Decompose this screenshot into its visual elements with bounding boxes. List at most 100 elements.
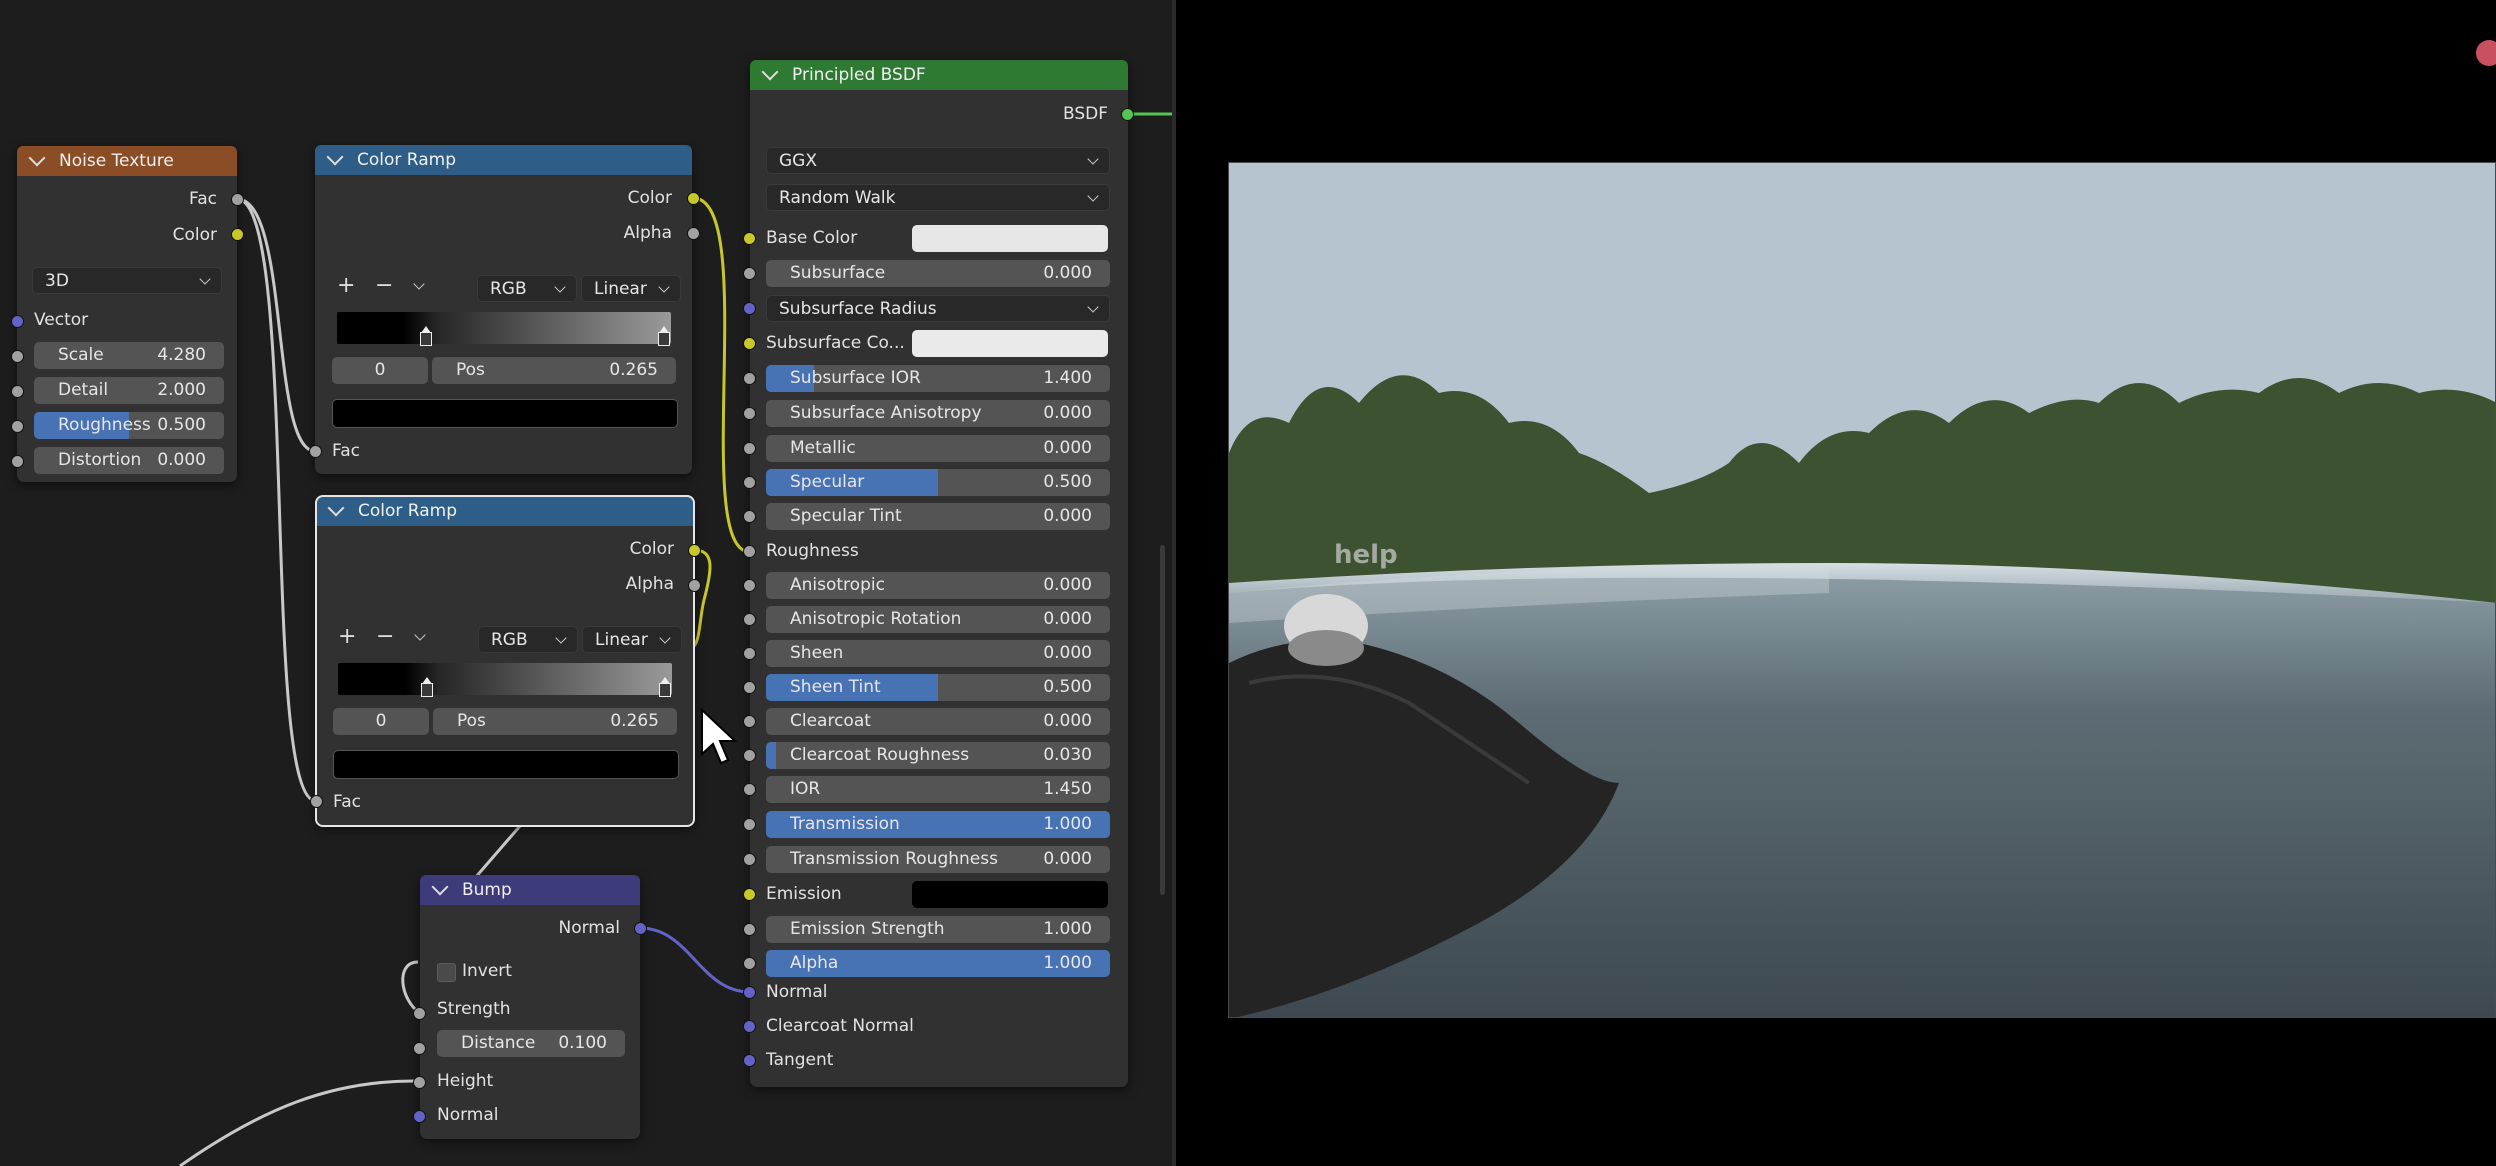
add-stop-button[interactable]: + <box>338 624 356 650</box>
subsurface-ior-slider[interactable]: Subsurface IOR 1.400 <box>766 365 1110 392</box>
ramp1-color-socket[interactable] <box>687 192 700 205</box>
stop-color-swatch[interactable] <box>332 399 678 428</box>
collapse-chevron-icon[interactable] <box>431 878 449 896</box>
principled-bsdf-header[interactable]: Principled BSDF <box>750 60 1128 90</box>
noise-distortion-socket[interactable] <box>11 455 24 468</box>
color-ramp-gradient[interactable] <box>337 312 671 344</box>
ramp2-color-socket[interactable] <box>688 544 701 557</box>
bump-normal-in-socket[interactable] <box>413 1110 426 1123</box>
noise-color-socket[interactable] <box>231 228 244 241</box>
noise-texture-header[interactable]: Noise Texture <box>17 146 237 176</box>
emission-strength-socket[interactable] <box>743 923 756 936</box>
color-ramp-gradient[interactable] <box>338 663 672 695</box>
subsurface-anisotropy-socket[interactable] <box>743 407 756 420</box>
bump-normal-out-socket[interactable] <box>634 922 647 935</box>
interpolation-dropdown[interactable]: Linear <box>582 626 682 653</box>
ior-socket[interactable] <box>743 783 756 796</box>
noise-detail-socket[interactable] <box>11 385 24 398</box>
transmission-roughness-socket[interactable] <box>743 853 756 866</box>
subsurface-ior-socket[interactable] <box>743 372 756 385</box>
subsurface-radius-socket[interactable] <box>743 302 756 315</box>
subsurface-field[interactable]: Subsurface 0.000 <box>766 260 1110 287</box>
anisotropic-rotation-field[interactable]: Anisotropic Rotation 0.000 <box>766 606 1110 633</box>
color-ramp-2-header[interactable]: Color Ramp <box>316 496 694 526</box>
noise-texture-node[interactable]: Noise Texture Fac Color 3D Vector Scale 4… <box>17 146 237 482</box>
invert-checkbox[interactable] <box>437 963 456 982</box>
transmission-roughness-field[interactable]: Transmission Roughness 0.000 <box>766 846 1110 873</box>
stop-pos-field[interactable]: Pos 0.265 <box>432 357 676 384</box>
roughness-slider[interactable]: Roughness 0.500 <box>34 412 224 439</box>
subsurface-color-swatch[interactable] <box>912 330 1108 357</box>
roughness-socket[interactable] <box>743 545 756 558</box>
collapse-chevron-icon[interactable] <box>28 149 46 167</box>
subsurface-socket[interactable] <box>743 267 756 280</box>
color-ramp-node-2[interactable]: Color Ramp Color Alpha + − RGB Linear 0 … <box>315 495 695 827</box>
color-stop-handle[interactable] <box>420 326 432 346</box>
noise-roughness-socket[interactable] <box>11 420 24 433</box>
color-mode-dropdown[interactable]: RGB <box>478 626 578 653</box>
sheen-field[interactable]: Sheen 0.000 <box>766 640 1110 667</box>
color-stop-handle[interactable] <box>421 677 433 697</box>
base-color-socket[interactable] <box>743 232 756 245</box>
node-editor[interactable]: Noise Texture Fac Color 3D Vector Scale 4… <box>0 0 1172 1166</box>
distance-field[interactable]: Distance 0.100 <box>437 1030 625 1057</box>
ramp2-alpha-socket[interactable] <box>688 579 701 592</box>
alpha-slider[interactable]: Alpha 1.000 <box>766 950 1110 977</box>
distortion-field[interactable]: Distortion 0.000 <box>34 447 224 474</box>
transmission-socket[interactable] <box>743 818 756 831</box>
base-color-swatch[interactable] <box>912 225 1108 252</box>
noise-scale-socket[interactable] <box>11 350 24 363</box>
clearcoat-normal-socket[interactable] <box>743 1020 756 1033</box>
dimension-dropdown[interactable]: 3D <box>32 267 222 294</box>
subsurface-color-socket[interactable] <box>743 337 756 350</box>
normal-socket[interactable] <box>743 986 756 999</box>
stop-index-field[interactable]: 0 <box>333 708 429 735</box>
tangent-socket[interactable] <box>743 1054 756 1067</box>
ramp2-fac-socket[interactable] <box>310 795 323 808</box>
anisotropic-field[interactable]: Anisotropic 0.000 <box>766 572 1110 599</box>
sheen-socket[interactable] <box>743 647 756 660</box>
metallic-socket[interactable] <box>743 442 756 455</box>
clearcoat-field[interactable]: Clearcoat 0.000 <box>766 708 1110 735</box>
distribution-dropdown[interactable]: GGX <box>766 147 1110 174</box>
noise-fac-socket[interactable] <box>231 193 244 206</box>
interpolation-dropdown[interactable]: Linear <box>581 275 681 302</box>
color-ramp-node-1[interactable]: Color Ramp Color Alpha + − RGB Linear 0 … <box>315 145 692 474</box>
bsdf-output-socket[interactable] <box>1121 108 1134 121</box>
collapse-chevron-icon[interactable] <box>761 63 779 81</box>
subsurface-method-dropdown[interactable]: Random Walk <box>766 184 1110 211</box>
collapse-chevron-icon[interactable] <box>327 499 345 517</box>
ior-field[interactable]: IOR 1.450 <box>766 776 1110 803</box>
transmission-slider[interactable]: Transmission 1.000 <box>766 811 1110 838</box>
color-mode-dropdown[interactable]: RGB <box>477 275 577 302</box>
scale-field[interactable]: Scale 4.280 <box>34 342 224 369</box>
specular-socket[interactable] <box>743 476 756 489</box>
stop-color-swatch[interactable] <box>333 750 679 779</box>
editor-scrollbar[interactable] <box>1160 545 1165 895</box>
ramp1-fac-socket[interactable] <box>309 445 322 458</box>
emission-strength-field[interactable]: Emission Strength 1.000 <box>766 916 1110 943</box>
principled-bsdf-node[interactable]: Principled BSDF BSDF GGX Random Walk Bas… <box>750 60 1128 1087</box>
emission-color-swatch[interactable] <box>912 881 1108 908</box>
bump-header[interactable]: Bump <box>420 875 640 905</box>
clearcoat-roughness-socket[interactable] <box>743 749 756 762</box>
subsurface-radius-dropdown[interactable]: Subsurface Radius <box>766 295 1110 322</box>
subsurface-anisotropy-field[interactable]: Subsurface Anisotropy 0.000 <box>766 400 1110 427</box>
remove-stop-button[interactable]: − <box>375 273 393 299</box>
color-ramp-1-header[interactable]: Color Ramp <box>315 145 692 175</box>
bump-strength-socket[interactable] <box>413 1007 426 1020</box>
anisotropic-rotation-socket[interactable] <box>743 613 756 626</box>
remove-stop-button[interactable]: − <box>376 624 394 650</box>
specular-slider[interactable]: Specular 0.500 <box>766 469 1110 496</box>
specular-tint-socket[interactable] <box>743 510 756 523</box>
noise-vector-socket[interactable] <box>11 315 24 328</box>
bump-height-socket[interactable] <box>413 1076 426 1089</box>
add-stop-button[interactable]: + <box>337 273 355 299</box>
collapse-chevron-icon[interactable] <box>326 148 344 166</box>
color-stop-handle[interactable] <box>658 326 670 346</box>
bump-distance-socket[interactable] <box>413 1042 426 1055</box>
color-stop-handle[interactable] <box>659 677 671 697</box>
clearcoat-socket[interactable] <box>743 715 756 728</box>
anisotropic-socket[interactable] <box>743 579 756 592</box>
metallic-field[interactable]: Metallic 0.000 <box>766 435 1110 462</box>
